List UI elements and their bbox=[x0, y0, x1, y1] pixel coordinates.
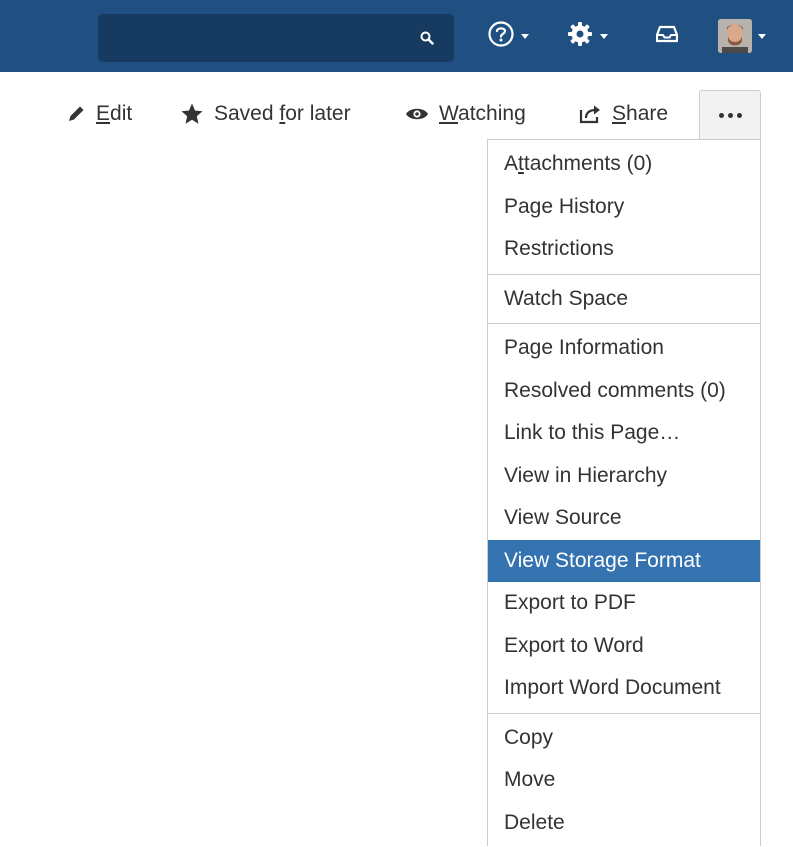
edit-label-mnemonic: E bbox=[96, 102, 110, 125]
menu-group: Attachments (0)Page HistoryRestrictions bbox=[488, 140, 760, 275]
menu-item-view-storage-format[interactable]: View Storage Format bbox=[488, 540, 760, 583]
menu-item-resolved-comments-0[interactable]: Resolved comments (0) bbox=[488, 370, 760, 413]
save-for-later-button[interactable]: Saved for later bbox=[180, 90, 351, 138]
avatar bbox=[718, 19, 752, 53]
saved-label-post: or later bbox=[285, 102, 350, 125]
user-menu-button[interactable] bbox=[718, 19, 766, 53]
saved-label-pre: Saved bbox=[214, 102, 279, 125]
share-button[interactable]: Share bbox=[578, 90, 668, 138]
menu-item-export-to-word[interactable]: Export to Word bbox=[488, 625, 760, 668]
more-actions-dropdown: Attachments (0)Page HistoryRestrictionsW… bbox=[487, 139, 761, 846]
watching-label-rest: atching bbox=[458, 102, 526, 125]
menu-item-copy[interactable]: Copy bbox=[488, 717, 760, 760]
help-icon bbox=[487, 20, 515, 53]
edit-button[interactable]: Edit bbox=[66, 90, 132, 138]
settings-menu-button[interactable] bbox=[566, 20, 608, 52]
watching-button[interactable]: Watching bbox=[405, 90, 526, 138]
menu-item-link-to-this-page[interactable]: Link to this Page… bbox=[488, 412, 760, 455]
menu-group: CopyMoveDelete bbox=[488, 714, 760, 847]
menu-item-view-source[interactable]: View Source bbox=[488, 497, 760, 540]
menu-item-view-in-hierarchy[interactable]: View in Hierarchy bbox=[488, 455, 760, 498]
chevron-down-icon bbox=[521, 34, 529, 39]
chevron-down-icon bbox=[758, 34, 766, 39]
more-horizontal-icon bbox=[717, 113, 744, 118]
watching-label-mnemonic: W bbox=[439, 102, 458, 125]
edit-label-rest: dit bbox=[110, 102, 132, 125]
gear-icon bbox=[566, 20, 594, 53]
menu-item-page-information[interactable]: Page Information bbox=[488, 327, 760, 370]
chevron-down-icon bbox=[600, 34, 608, 39]
pencil-icon bbox=[66, 104, 86, 124]
edit-label: Edit bbox=[96, 102, 132, 126]
watching-label: Watching bbox=[439, 102, 526, 126]
menu-item-delete[interactable]: Delete bbox=[488, 802, 760, 845]
search-icon[interactable] bbox=[420, 31, 434, 50]
menu-item-attachments-0[interactable]: Attachments (0) bbox=[488, 143, 760, 186]
inbox-icon bbox=[656, 25, 678, 48]
menu-item-label-pre: A bbox=[504, 152, 518, 175]
menu-group: Page InformationResolved comments (0)Lin… bbox=[488, 324, 760, 714]
share-label-mnemonic: S bbox=[612, 102, 626, 125]
eye-icon bbox=[405, 106, 429, 122]
star-icon bbox=[180, 102, 204, 126]
menu-item-label-post: tachments (0) bbox=[524, 152, 652, 175]
menu-item-restrictions[interactable]: Restrictions bbox=[488, 228, 760, 271]
menu-item-import-word-document[interactable]: Import Word Document bbox=[488, 667, 760, 710]
menu-item-export-to-pdf[interactable]: Export to PDF bbox=[488, 582, 760, 625]
menu-item-page-history[interactable]: Page History bbox=[488, 186, 760, 229]
save-for-later-label: Saved for later bbox=[214, 102, 351, 126]
search-box[interactable] bbox=[98, 14, 454, 62]
search-input[interactable] bbox=[98, 14, 418, 62]
menu-group: Watch Space bbox=[488, 275, 760, 325]
more-actions-button[interactable] bbox=[699, 90, 761, 140]
share-label: Share bbox=[612, 102, 668, 126]
share-label-rest: hare bbox=[626, 102, 668, 125]
menu-item-watch-space[interactable]: Watch Space bbox=[488, 278, 760, 321]
share-icon bbox=[578, 104, 602, 124]
page-action-bar: Edit Saved for later Watching bbox=[0, 90, 793, 138]
help-menu-button[interactable] bbox=[487, 20, 529, 52]
menu-item-move[interactable]: Move bbox=[488, 759, 760, 802]
notifications-button[interactable] bbox=[656, 20, 678, 52]
top-navigation-bar bbox=[0, 0, 793, 72]
